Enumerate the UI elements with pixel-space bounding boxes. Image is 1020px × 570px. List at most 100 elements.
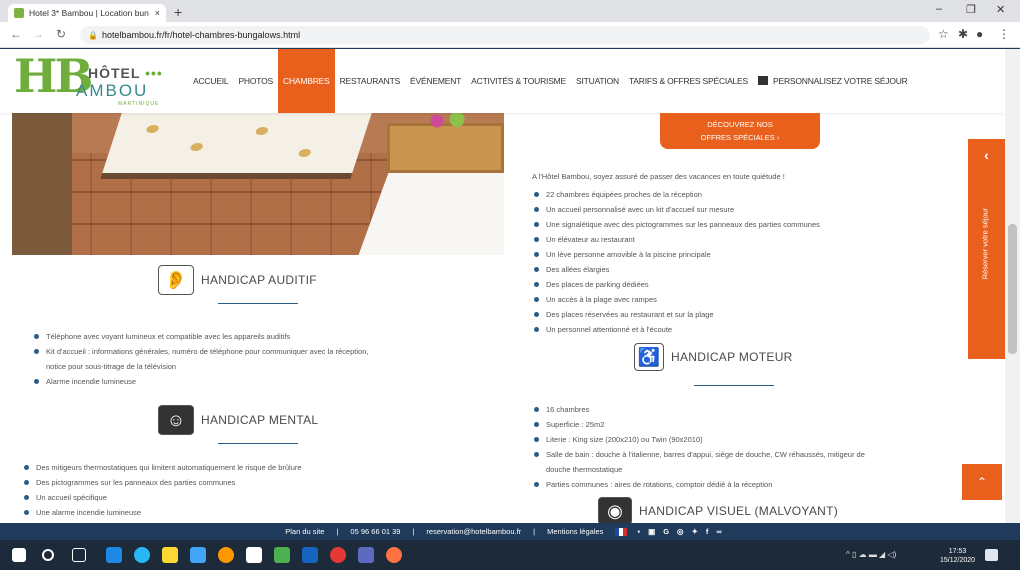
- lock-icon: 🔒: [88, 30, 98, 40]
- list-auditif: Téléphone avec voyant lumineux et compat…: [32, 329, 368, 389]
- list-item: Kit d'accueil : informations générales, …: [32, 344, 368, 359]
- profile-icon[interactable]: ●: [976, 27, 983, 41]
- tab-title: Hotel 3* Bambou | Location bun: [29, 8, 149, 18]
- taskbar-app-icon[interactable]: [246, 547, 262, 563]
- clock[interactable]: 17:53 15/12/2020: [940, 547, 975, 565]
- section-title: HANDICAP VISUEL (MALVOYANT): [639, 504, 839, 518]
- firefox-icon[interactable]: [330, 547, 346, 563]
- section-title: HANDICAP AUDITIF: [201, 273, 317, 287]
- list-item: notice pour sous-titrage de la télévisio…: [46, 362, 177, 371]
- google-plus-icon[interactable]: G: [663, 527, 669, 536]
- list-item: Un accueil personnalisé avec un kit d'ac…: [532, 202, 820, 217]
- edge-icon[interactable]: [134, 547, 150, 563]
- bookmark-star-icon[interactable]: ☆: [938, 27, 949, 41]
- scrollbar-thumb[interactable]: [1008, 224, 1017, 354]
- menu-item-restaurants[interactable]: RESTAURANTS: [335, 49, 405, 113]
- page-scrollbar[interactable]: [1005, 49, 1020, 523]
- section-divider: [218, 303, 298, 304]
- list-general: 22 chambres équipées proches de la récep…: [532, 187, 820, 337]
- windows-start-icon[interactable]: [12, 548, 26, 562]
- url-bar[interactable]: 🔒 hotelbambou.fr/fr/hotel-chambres-bunga…: [80, 26, 930, 44]
- url-text: hotelbambou.fr/fr/hotel-chambres-bungalo…: [101, 30, 301, 40]
- reload-icon[interactable]: ↻: [56, 27, 66, 41]
- close-tab-icon[interactable]: ×: [155, 8, 160, 18]
- section-title: HANDICAP MENTAL: [201, 413, 319, 427]
- list-item: Des places de parking dédiées: [532, 277, 820, 292]
- browser-tabbar: Hotel 3* Bambou | Location bun × + – ❐ ✕: [0, 0, 1020, 22]
- menu-item-personnalisez[interactable]: PERSONNALISEZ VOTRE SÉJOUR: [753, 49, 913, 113]
- hotel-logo[interactable]: HB HÔTEL ••• AMBOU MARTINIQUE: [14, 49, 164, 107]
- new-tab-button[interactable]: +: [174, 4, 182, 20]
- list-item: Un personnel attentionné et à l'écoute: [532, 322, 820, 337]
- reserve-side-tab[interactable]: ‹ Réserver votre séjour: [968, 139, 1005, 359]
- forward-arrow-icon[interactable]: →: [32, 27, 44, 41]
- tripadvisor-icon[interactable]: ▣: [648, 527, 655, 536]
- scroll-to-top-button[interactable]: ⌃: [962, 464, 1002, 500]
- extensions-icon[interactable]: ✱: [958, 27, 968, 41]
- list-item: douche thermostatique: [546, 465, 623, 474]
- taskbar-app-icon[interactable]: [106, 547, 122, 563]
- store-icon[interactable]: [190, 547, 206, 563]
- chrome-icon[interactable]: [218, 547, 234, 563]
- footer-phone[interactable]: 05 96 66 01 39: [350, 527, 400, 536]
- uk-flag-icon[interactable]: ▪: [637, 527, 640, 536]
- french-flag-icon[interactable]: [615, 527, 628, 536]
- list-item: Un lève personne amovible à la piscine p…: [532, 247, 820, 262]
- close-window-button[interactable]: ✕: [996, 3, 1005, 16]
- footer-email-link[interactable]: reservation@hotelbambou.fr: [426, 527, 521, 536]
- clock-date: 15/12/2020: [940, 557, 976, 564]
- instagram-icon[interactable]: ◎: [677, 527, 684, 536]
- word-icon[interactable]: [302, 547, 318, 563]
- list-item: Des allées élargies: [532, 262, 820, 277]
- task-view-icon[interactable]: [72, 548, 86, 562]
- list-item: Une alarme incendie lumineuse: [22, 505, 302, 520]
- taskbar-app-icon[interactable]: [386, 547, 402, 563]
- section-handicap-auditif: 👂 HANDICAP AUDITIF: [158, 265, 317, 295]
- minimize-button[interactable]: –: [936, 3, 942, 15]
- list-item: 16 chambres: [532, 402, 865, 417]
- system-tray[interactable]: ^ ▯ ☁ ▬ ◢ ◁): [846, 550, 896, 559]
- excel-icon[interactable]: [274, 547, 290, 563]
- list-item: Un élévateur au restaurant: [532, 232, 820, 247]
- list-moteur: 16 chambres Superficie : 25m2 Literie : …: [532, 402, 865, 492]
- back-arrow-icon[interactable]: ←: [10, 27, 22, 41]
- footer-separator: |: [336, 527, 339, 536]
- twitter-icon[interactable]: ✦: [692, 527, 698, 536]
- list-item: Superficie : 25m2: [532, 417, 865, 432]
- menu-item-photos[interactable]: PHOTOS: [233, 49, 278, 113]
- windows-taskbar: ^ ▯ ☁ ▬ ◢ ◁) 17:53 15/12/2020: [0, 540, 1020, 570]
- search-icon[interactable]: [42, 549, 54, 561]
- menu-item-tarifs[interactable]: TARIFS & OFFRES SPÉCIALES: [624, 49, 753, 113]
- menu-item-accueil[interactable]: ACCUEIL: [188, 49, 233, 113]
- list-item: Des places réservées au restaurant et su…: [532, 307, 820, 322]
- menu-item-chambres[interactable]: CHAMBRES: [278, 49, 335, 113]
- browser-tab[interactable]: Hotel 3* Bambou | Location bun ×: [8, 4, 166, 22]
- notifications-icon[interactable]: [985, 549, 998, 561]
- list-item: 22 chambres équipées proches de la récep…: [532, 187, 820, 202]
- chevron-left-icon[interactable]: ‹: [968, 147, 1005, 163]
- footer-sitemap-link[interactable]: Plan du site: [285, 527, 324, 536]
- file-explorer-icon[interactable]: [162, 547, 178, 563]
- taskbar-app-icon[interactable]: [358, 547, 374, 563]
- footer-legal-link[interactable]: Mentions légales: [547, 527, 603, 536]
- menu-item-evenement[interactable]: ÉVÉNEMENT: [405, 49, 466, 113]
- browser-menu-icon[interactable]: ⋮: [998, 27, 1010, 41]
- list-item: Parties communes : aires de rotations, c…: [532, 477, 865, 492]
- main-menu: ACCUEIL PHOTOS CHAMBRES RESTAURANTS ÉVÉN…: [188, 49, 913, 113]
- footer-bar: Plan du site | 05 96 66 01 39 | reservat…: [0, 523, 1005, 540]
- section-divider: [218, 443, 298, 444]
- footer-separator: |: [412, 527, 415, 536]
- list-item: Un accès à la plage avec rampes: [532, 292, 820, 307]
- room-photo: [12, 113, 504, 255]
- footer-separator: |: [533, 527, 536, 536]
- facebook-icon[interactable]: f: [706, 527, 709, 536]
- menu-item-situation[interactable]: SITUATION: [571, 49, 624, 113]
- section-divider: [694, 385, 774, 386]
- section-handicap-mental: ☺ HANDICAP MENTAL: [158, 405, 318, 435]
- maximize-button[interactable]: ❐: [966, 3, 976, 16]
- special-offers-button[interactable]: DÉCOUVREZ NOS OFFRES SPÉCIALES ›: [660, 113, 820, 149]
- list-item: Alarme incendie lumineuse: [32, 374, 368, 389]
- address-bar-row: ← → ↻ 🔒 hotelbambou.fr/fr/hotel-chambres…: [0, 22, 1020, 48]
- flickr-icon[interactable]: ∞: [716, 527, 721, 536]
- menu-item-activites[interactable]: ACTIVITÉS & TOURISME: [466, 49, 571, 113]
